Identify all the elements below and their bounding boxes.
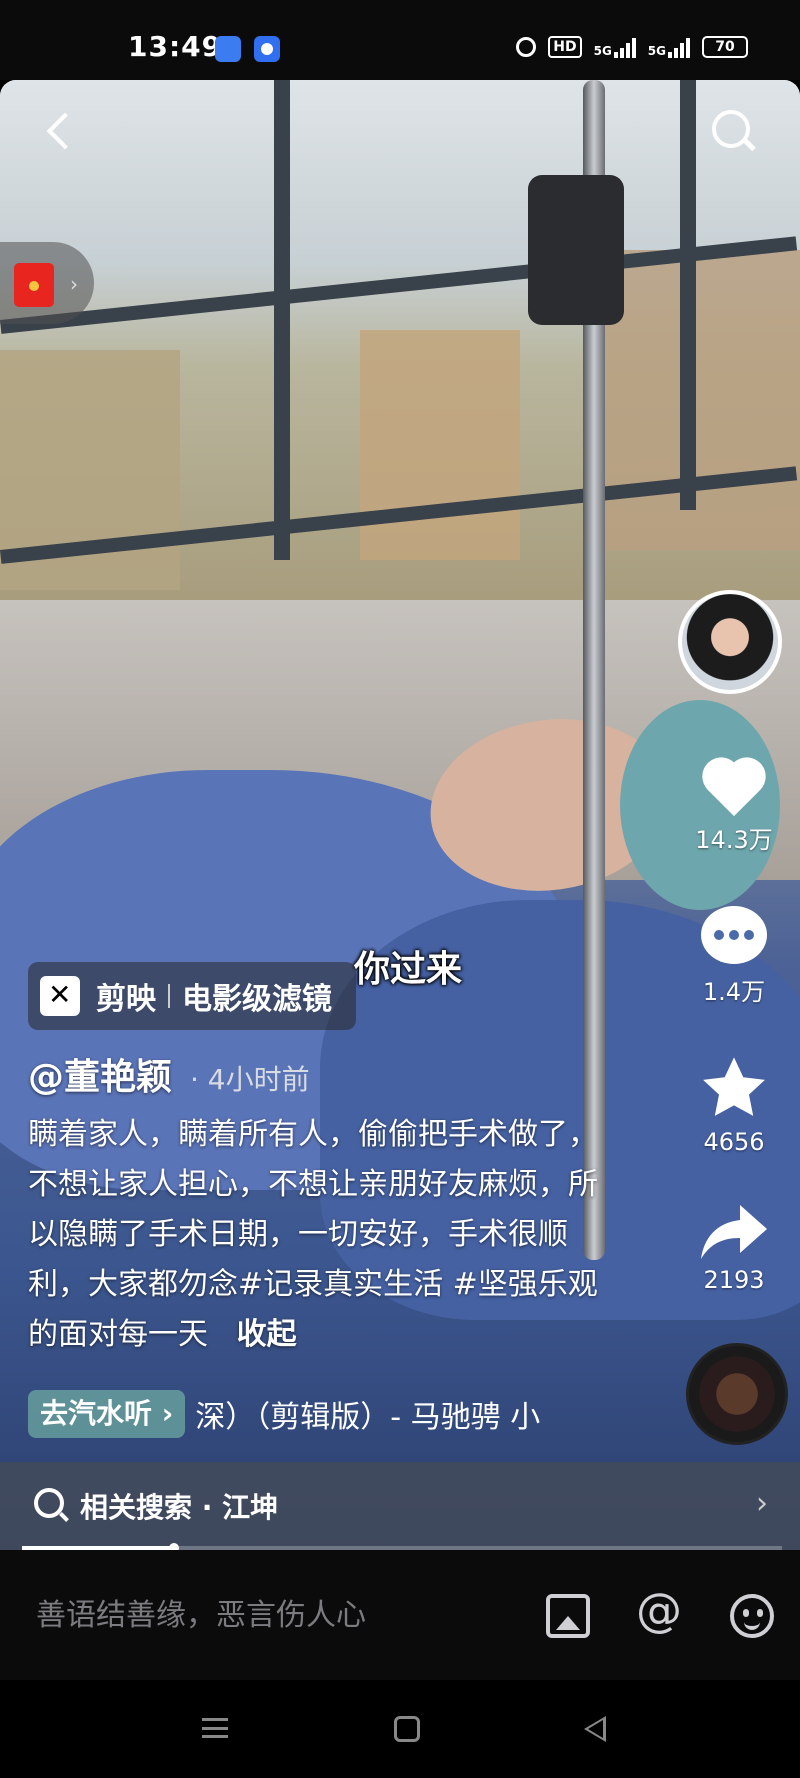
back-nav-icon[interactable] <box>584 1716 606 1742</box>
comment-count: 1.4万 <box>702 978 766 1006</box>
related-search-bar[interactable]: 相关搜索 · 江坤 › <box>0 1462 800 1550</box>
like-count: 14.3万 <box>695 826 773 854</box>
description-text: 瞒着家人，瞒着所有人，偷偷把手术做了，不想让家人担心，不想让亲朋好友麻烦，所以隐… <box>28 1117 598 1352</box>
emoji-icon[interactable] <box>730 1594 774 1638</box>
at-icon[interactable]: @ <box>636 1587 682 1633</box>
share-count: 2193 <box>703 1266 765 1294</box>
music-disc-icon[interactable] <box>686 1343 788 1445</box>
qishui-label: 去汽水听 <box>40 1397 153 1430</box>
music-row[interactable]: 去汽水听 › 深）（剪辑版）- 马驰骋 小 <box>28 1390 575 1438</box>
comment-button[interactable]: 1.4万 <box>690 906 778 1007</box>
image-icon[interactable] <box>546 1594 590 1638</box>
comment-icon <box>701 906 767 964</box>
battery-indicator: 70 <box>702 36 748 58</box>
network-5g-2: 5G <box>648 36 690 58</box>
share-icon <box>701 1205 767 1259</box>
back-icon[interactable] <box>40 112 80 152</box>
comment-bar: 善语结善缘，恶言伤人心 @ <box>0 1550 800 1680</box>
signal-icon <box>668 36 690 58</box>
status-indicators: HD 5G 5G 70 <box>516 36 748 58</box>
baidu-notification-icon <box>254 36 280 62</box>
chevron-right-icon: › <box>161 1397 174 1430</box>
capcut-brand: 剪映 <box>96 982 156 1017</box>
capcut-badge[interactable]: 剪映 电影级滤镜 <box>28 962 356 1030</box>
post-time: · 4小时前 <box>190 1063 310 1096</box>
search-icon <box>34 1488 64 1518</box>
status-time: 13:49 <box>128 30 223 63</box>
red-packet-button[interactable]: › <box>0 242 94 324</box>
video-scene-window <box>0 80 800 600</box>
post-description: 瞒着家人，瞒着所有人，偷偷把手术做了，不想让家人担心，不想让亲朋好友麻烦，所以隐… <box>28 1110 618 1360</box>
alarm-icon <box>516 37 537 57</box>
author-name[interactable]: @董艳颖 <box>28 1048 172 1100</box>
favorite-count: 4656 <box>703 1128 765 1156</box>
comment-input[interactable]: 善语结善缘，恶言伤人心 <box>36 1590 366 1634</box>
system-nav-bar <box>0 1680 800 1778</box>
collapse-link[interactable]: 收起 <box>237 1317 297 1352</box>
share-button[interactable]: 2193 <box>690 1202 778 1294</box>
capcut-tagline: 电影级滤镜 <box>182 982 332 1017</box>
related-search-label: 相关搜索 · 江坤 <box>80 1491 279 1524</box>
author-avatar[interactable] <box>678 590 782 694</box>
app-notification-icon <box>215 36 241 62</box>
status-bar: 13:49 HD 5G 5G 70 <box>0 0 800 80</box>
favorite-button[interactable]: 4656 <box>690 1052 778 1156</box>
hd-badge: HD <box>548 36 582 58</box>
home-icon[interactable] <box>394 1716 420 1742</box>
red-packet-icon <box>14 263 54 307</box>
song-title: 深）（剪辑版）- 马驰骋 小 <box>195 1400 541 1435</box>
star-icon <box>703 1057 765 1116</box>
network-5g-1: 5G <box>594 36 636 58</box>
capcut-logo-icon <box>40 976 80 1016</box>
search-icon[interactable] <box>708 106 758 156</box>
chevron-right-icon: › <box>756 1486 768 1521</box>
heart-icon <box>702 760 766 820</box>
video-scene-clamp <box>528 175 624 325</box>
open-in-qishui-button[interactable]: 去汽水听 › <box>28 1390 186 1438</box>
capcut-divider <box>168 984 170 1008</box>
video-subtitle: 你过来 <box>354 949 463 990</box>
menu-icon[interactable] <box>202 1718 228 1738</box>
like-button[interactable]: 14.3万 <box>690 760 778 855</box>
chevron-right-icon: › <box>70 272 78 296</box>
signal-icon <box>613 36 636 58</box>
